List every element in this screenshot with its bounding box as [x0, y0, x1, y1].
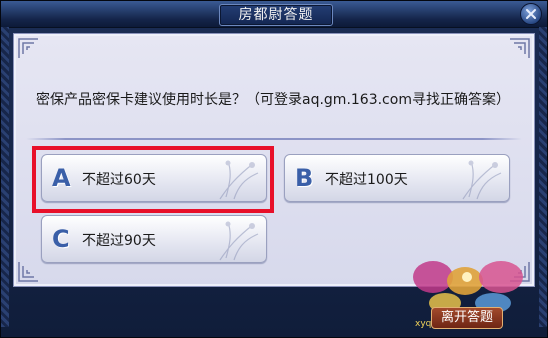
dialog-title: 房都尉答题: [238, 7, 314, 23]
option-label: 不超过90天: [82, 233, 156, 249]
divider: [26, 138, 522, 140]
option-label: 不超过100天: [325, 172, 408, 188]
corner-ornament-icon: [508, 38, 530, 60]
option-letter: B: [295, 164, 314, 192]
corner-ornament-icon: [18, 38, 40, 60]
orchid-decoration-icon: [219, 221, 259, 261]
option-letter: C: [52, 225, 70, 253]
corner-ornament-icon: [18, 260, 40, 282]
close-button[interactable]: [520, 3, 542, 25]
answer-highlight: [32, 146, 274, 213]
right-border-pattern: [539, 27, 547, 327]
dialog-window: 房都尉答题 密保产品密保卡建议使用时长是？（可登录aq.gm.163.com寻找…: [0, 0, 548, 338]
option-b-button[interactable]: B 不超过100天: [284, 154, 510, 202]
question-text: 密保产品密保卡建议使用时长是？（可登录aq.gm.163.com寻找正确答案）: [36, 92, 510, 108]
orchid-decoration-icon: [462, 160, 502, 200]
leave-quiz-button[interactable]: 离开答题: [431, 307, 503, 329]
close-icon: [526, 9, 536, 19]
left-border-pattern: [1, 27, 9, 327]
title-plate: 房都尉答题: [219, 4, 333, 26]
title-bar[interactable]: 房都尉答题: [1, 1, 547, 28]
option-c-button[interactable]: C 不超过90天: [41, 215, 267, 263]
